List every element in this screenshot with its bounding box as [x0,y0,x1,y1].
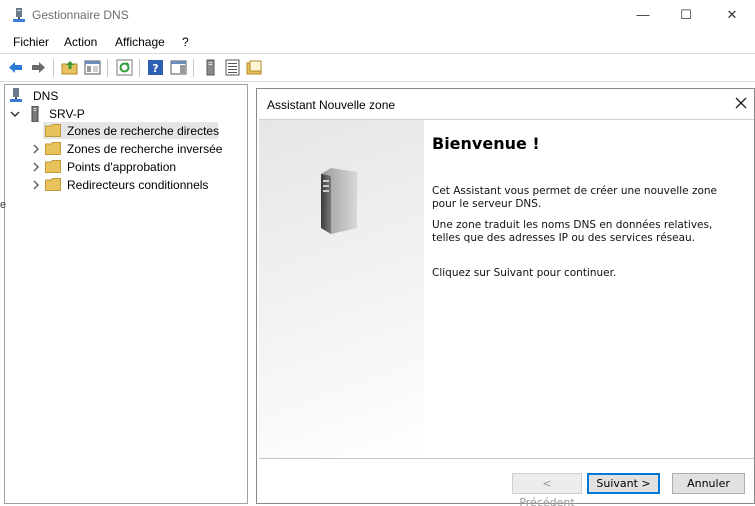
help-icon[interactable]: ? [147,59,164,76]
toolbar-separator [107,59,108,77]
server-icon[interactable] [202,59,219,76]
server-tower-icon [321,168,357,234]
tree-item-label: Points d'approbation [67,160,177,174]
menu-fichier[interactable]: Fichier [13,35,49,49]
next-button[interactable]: Suivant > [587,473,660,494]
edge-fragment-text: e [0,199,7,211]
maximize-button[interactable]: ☐ [676,6,696,24]
tree-item-trust-points[interactable]: Points d'approbation [67,158,176,176]
zone-description-paragraph: Une zone traduit les noms DNS en données… [432,219,713,244]
dialog-title: Assistant Nouvelle zone [267,98,396,112]
wizard-body: Bienvenue ! Cet Assistant vous permet de… [259,119,754,458]
server-icon [31,106,39,122]
list-icon[interactable] [224,59,241,76]
previous-button[interactable]: < Précédent [512,473,582,506]
continue-instruction: Cliquez sur Suivant pour continuer. [432,267,617,279]
back-arrow-icon[interactable] [7,59,24,76]
folder-icon [45,160,61,173]
minimize-button[interactable]: — [633,6,653,24]
dns-app-icon [13,8,25,22]
folder-icon [45,142,61,155]
toolbar-separator [193,59,194,77]
new-zone-wizard-dialog: Assistant Nouvelle zone Bienvenue ! Cet … [256,88,755,506]
tree-item-forward-zones[interactable]: Zones de recherche directes [67,122,219,140]
tree-item-reverse-zones[interactable]: Zones de recherche inversée [67,140,222,158]
menu-affichage[interactable]: Affichage [115,35,165,49]
folder-icon [45,124,61,137]
tree-root-dns[interactable]: DNS [9,87,58,105]
chevron-right-icon[interactable] [31,162,41,172]
wizard-footer: < Précédent Suivant > Annuler [259,458,754,506]
forward-arrow-icon[interactable] [30,59,47,76]
welcome-heading: Bienvenue ! [432,134,540,153]
toolbar-separator [139,59,140,77]
menu-bar: Fichier Action Affichage ? [0,31,755,53]
show-hide-tree-icon[interactable] [84,59,101,76]
up-folder-icon[interactable] [61,59,78,76]
close-window-button[interactable]: ✕ [722,6,742,24]
folder-icon[interactable] [246,59,263,76]
tree-item-label: Redirecteurs conditionnels [67,178,209,192]
svg-text:?: ? [152,62,158,75]
toolbar-separator [53,59,54,77]
console-tree: DNS SRV-P Zones de recherche directes Zo… [4,84,248,504]
tree-item-conditional-forwarders[interactable]: Redirecteurs conditionnels [67,176,208,194]
tree-server-node[interactable]: SRV-P [29,105,85,123]
title-bar: Gestionnaire DNS — ☐ ✕ [0,0,755,31]
tree-root-label: DNS [33,89,59,103]
action-pane-icon[interactable] [170,59,187,76]
tree-item-label: Zones de recherche directes [67,124,220,138]
menu-action[interactable]: Action [64,35,97,49]
toolbar: ? [0,53,755,82]
menu-help[interactable]: ? [182,35,189,49]
chevron-right-icon[interactable] [31,144,41,154]
window-title: Gestionnaire DNS [32,8,129,22]
tree-server-label: SRV-P [49,107,85,121]
refresh-icon[interactable] [116,59,133,76]
cancel-button[interactable]: Annuler [672,473,745,494]
tree-item-label: Zones de recherche inversée [67,142,223,156]
dns-icon [10,88,22,102]
intro-paragraph: Cet Assistant vous permet de créer une n… [432,185,718,210]
wizard-side-banner [259,120,424,458]
chevron-right-icon[interactable] [31,180,41,190]
folder-icon [45,178,61,191]
close-icon[interactable] [733,95,749,111]
chevron-down-icon[interactable] [10,109,20,119]
